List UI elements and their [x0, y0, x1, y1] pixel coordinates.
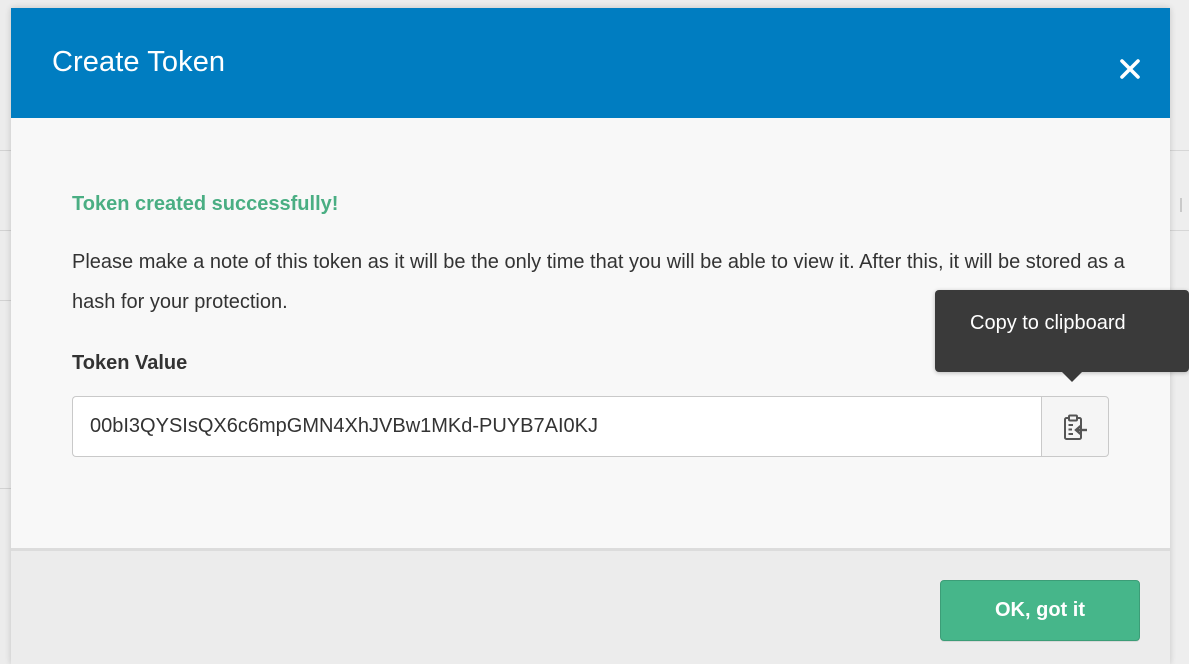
- close-icon: [1120, 59, 1140, 79]
- clipboard-icon: [1064, 414, 1087, 440]
- ok-got-it-button[interactable]: OK, got it: [940, 580, 1140, 641]
- backdrop-divider: [1170, 150, 1189, 151]
- copy-to-clipboard-button[interactable]: [1041, 396, 1109, 457]
- modal-header: Create Token: [11, 8, 1170, 118]
- modal-footer: OK, got it: [11, 551, 1170, 664]
- close-button[interactable]: [1111, 50, 1149, 88]
- modal-title: Create Token: [52, 46, 226, 78]
- copy-tooltip: Copy to clipboard: [935, 290, 1189, 372]
- token-value-field[interactable]: [72, 396, 1042, 457]
- token-value-label: Token Value: [72, 352, 188, 374]
- backdrop-mark: [1180, 198, 1182, 212]
- success-message: Token created successfully!: [72, 193, 339, 215]
- backdrop-divider: [1170, 230, 1189, 231]
- tooltip-arrow: [1062, 372, 1082, 382]
